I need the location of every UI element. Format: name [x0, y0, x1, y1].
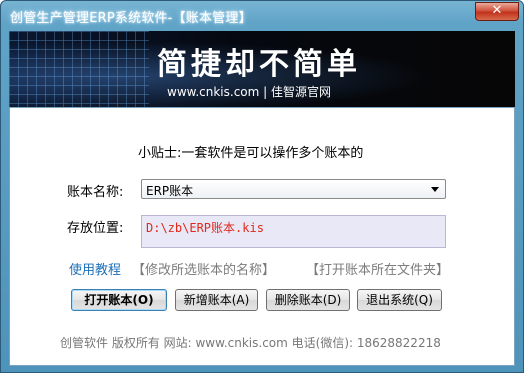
ledger-panel: 小贴士:一套软件是可以操作多个账本的 账本名称: ERP账本 存放位置: D:\…	[9, 107, 515, 366]
window-title: 创管生产管理ERP系统软件-【账本管理】	[10, 11, 252, 26]
ledger-name-label: 账本名称:	[67, 185, 124, 200]
title-bar[interactable]: 创管生产管理ERP系统软件-【账本管理】 ✕	[1, 1, 524, 29]
banner-graphic	[9, 31, 149, 107]
open-ledger-button[interactable]: 打开账本(O)	[71, 289, 167, 311]
location-value: D:\zb\ERP账本.kis	[146, 221, 264, 235]
application-window: 创管生产管理ERP系统软件-【账本管理】 ✕ 简捷却不简单 www.cnkis.…	[0, 0, 524, 373]
rename-ledger-link[interactable]: 【修改所选账本的名称】	[132, 259, 275, 278]
exit-system-button[interactable]: 退出系统(Q)	[357, 289, 442, 311]
tip-text: 小贴士:一套软件是可以操作多个账本的	[138, 146, 364, 161]
close-icon: ✕	[491, 3, 503, 18]
location-field[interactable]: D:\zb\ERP账本.kis	[141, 215, 446, 248]
banner-website: www.cnkis.com | 佳智源官网	[167, 85, 332, 99]
location-label: 存放位置:	[67, 221, 124, 236]
banner-slogan: 简捷却不简单	[157, 47, 361, 82]
delete-ledger-button[interactable]: 删除账本(D)	[266, 289, 350, 311]
chevron-down-icon[interactable]	[431, 187, 439, 192]
banner: 简捷却不简单 www.cnkis.com | 佳智源官网	[9, 31, 515, 107]
close-button[interactable]: ✕	[475, 2, 519, 21]
ledger-select[interactable]: ERP账本	[141, 179, 446, 199]
ledger-select-value: ERP账本	[146, 184, 194, 198]
tutorial-link[interactable]: 使用教程	[69, 259, 121, 278]
add-ledger-button[interactable]: 新增账本(A)	[175, 289, 258, 311]
footer-copyright: 创管软件 版权所有 网站: www.cnkis.com 电话(微信): 1862…	[60, 336, 441, 350]
open-folder-link[interactable]: 【打开账本所在文件夹】	[306, 259, 449, 278]
